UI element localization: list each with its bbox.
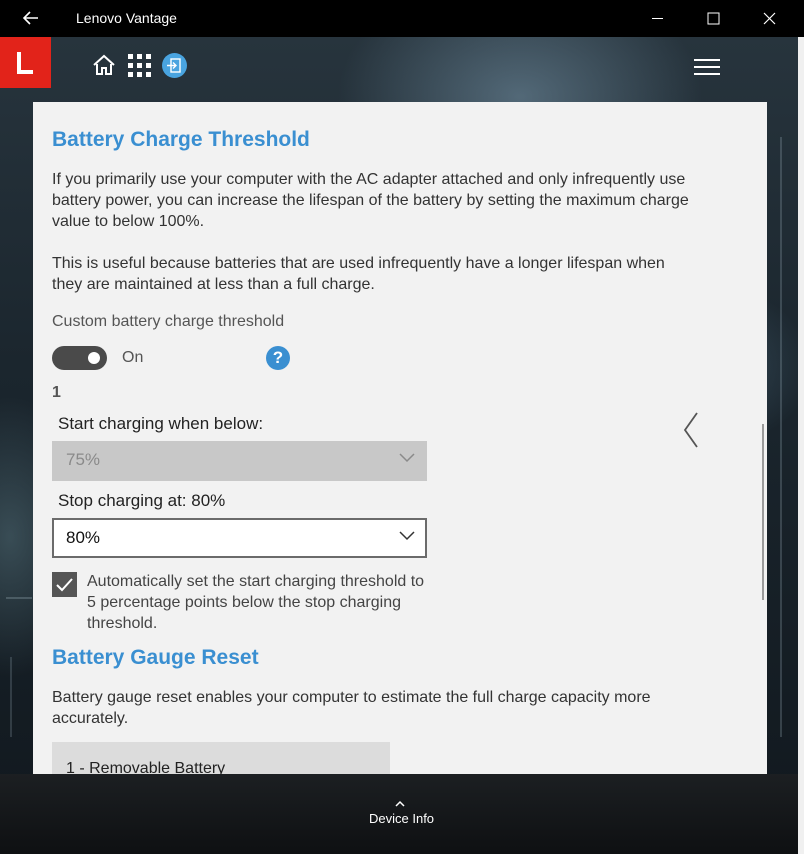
checkmark-icon [56,578,73,592]
stop-charging-select[interactable]: 80% [52,518,427,558]
title-bar: Lenovo Vantage [0,0,804,37]
collapse-chevron-icon[interactable] [677,407,705,453]
back-arrow-icon[interactable] [18,6,46,30]
threshold-benefit-text: This is useful because batteries that ar… [52,255,665,293]
bottom-bar: Device Info [0,774,804,854]
start-charging-select[interactable]: 75% [52,441,427,481]
lenovo-logo[interactable] [0,37,51,88]
maximize-icon[interactable] [686,0,742,37]
scrollbar[interactable] [762,424,764,600]
battery-number: 1 [52,384,61,401]
stop-charging-label: Stop charging at: 80% [58,491,226,510]
settings-panel: Battery Charge Threshold If you primaril… [33,102,767,774]
battery-item-label: 1 - Removable Battery [66,760,226,774]
auto-threshold-label: Automatically set the start charging thr… [87,573,425,632]
threshold-description: If you primarily use your computer with … [52,171,689,230]
auto-threshold-checkbox[interactable] [52,572,77,597]
start-charging-label: Start charging when below: [58,414,264,433]
close-icon[interactable] [742,0,798,37]
chevron-down-icon [399,531,415,541]
lenovo-l-icon [17,52,33,74]
home-icon[interactable] [92,53,116,77]
help-icon[interactable]: ? [266,346,290,370]
apps-grid-icon[interactable] [128,54,151,77]
start-charging-value: 75% [66,450,101,469]
window-title: Lenovo Vantage [76,10,177,26]
toggle-state-label: On [122,349,144,366]
battery-gauge-reset-heading: Battery Gauge Reset [52,646,259,669]
minimize-icon[interactable] [630,0,686,37]
stop-charging-value: 80% [66,528,101,547]
hamburger-menu-icon[interactable] [694,58,720,76]
device-info-button[interactable]: Device Info [369,811,434,826]
battery-charge-threshold-heading: Battery Charge Threshold [52,128,310,151]
window-edge [798,37,804,854]
chevron-down-icon [399,453,415,463]
sign-in-icon[interactable] [162,53,187,78]
gauge-reset-description: Battery gauge reset enables your compute… [52,689,651,727]
chevron-up-icon[interactable] [394,800,406,808]
toggle-knob [88,352,100,364]
custom-threshold-label: Custom battery charge threshold [52,313,285,330]
removable-battery-item[interactable]: 1 - Removable Battery [52,742,390,774]
threshold-toggle[interactable] [52,346,107,370]
